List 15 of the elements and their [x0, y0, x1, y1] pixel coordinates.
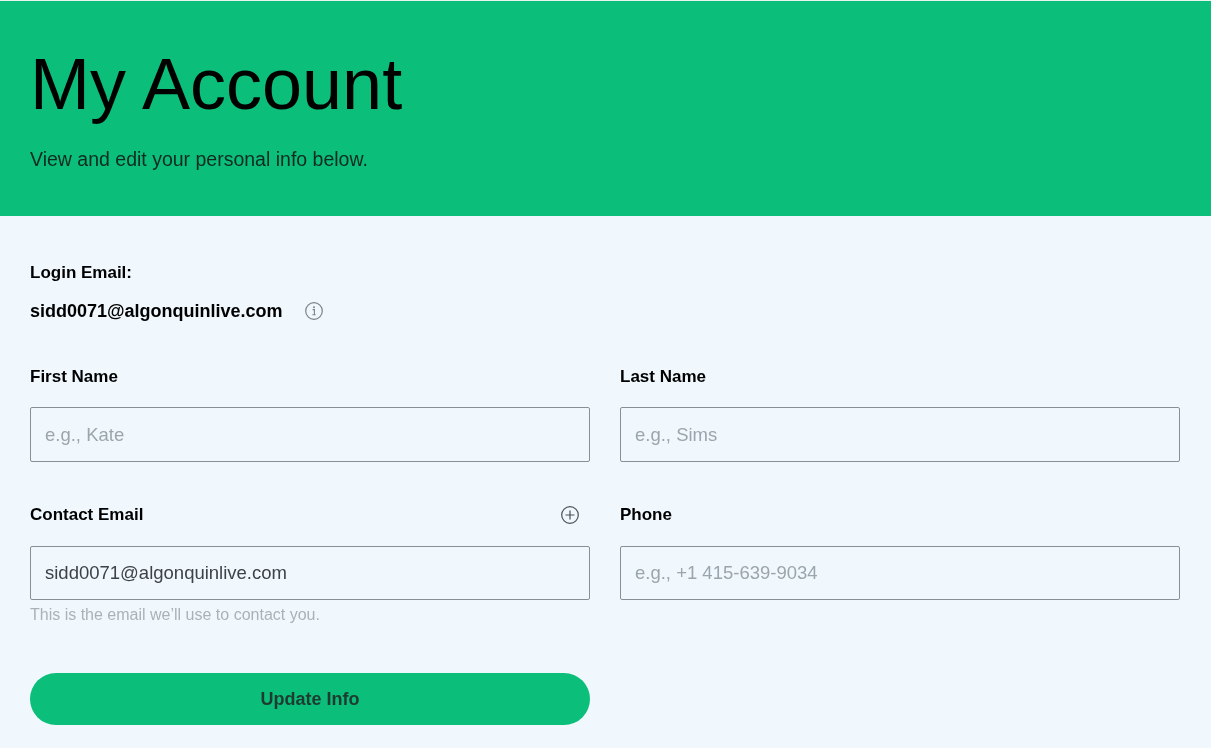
input-field[interactable]: sidd0071@algonquinlive.com	[30, 546, 590, 600]
field-label: First Name	[30, 366, 118, 388]
login-email-value: sidd0071@algonquinlive.com	[30, 300, 283, 323]
field-label: Contact Email	[30, 504, 144, 526]
field-label: Phone	[620, 504, 672, 526]
add-icon[interactable]	[561, 506, 579, 524]
field-hint: This is the email we’ll use to contact you.	[30, 605, 321, 625]
input-field[interactable]: e.g., Kate	[30, 407, 590, 462]
input-field[interactable]: e.g., Sims	[620, 407, 1180, 462]
field-label: Last Name	[620, 366, 706, 388]
update-info-button[interactable]: Update Info	[30, 673, 590, 725]
page-subtitle: View and edit your personal info below.	[30, 147, 368, 171]
input-field[interactable]: e.g., +1 415-639-9034	[620, 546, 1180, 600]
info-icon	[304, 302, 323, 320]
login-email-label: Login Email:	[30, 262, 132, 284]
